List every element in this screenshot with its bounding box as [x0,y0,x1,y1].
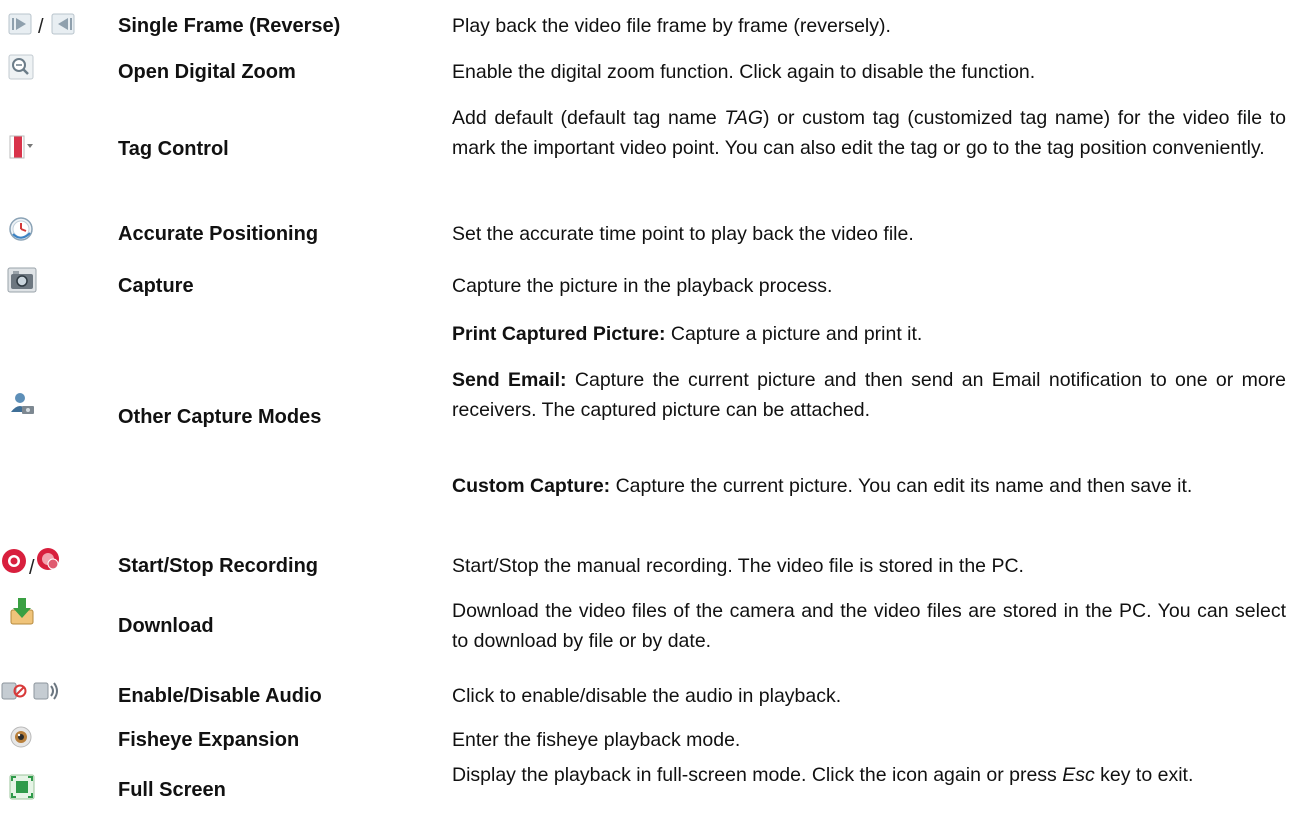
digital-zoom-icon[interactable] [0,52,96,90]
item-text: Capture the current picture. You can edi… [610,475,1193,497]
emphasis-text: TAG [724,107,764,129]
row-description: Play back the video file frame by frame … [452,15,891,37]
row-start-stop-recording: / Start/Stop Recording Start/Stop the ma… [0,546,1293,584]
download-icon[interactable] [0,592,96,662]
row-name: Open Digital Zoom [118,61,296,83]
row-download: Download Download the video files of the… [0,592,1293,662]
start-stop-recording-icon[interactable]: / [0,546,96,584]
row-capture: Capture Capture the picture in the playb… [0,266,1293,304]
row-description: Download the video files of the camera a… [452,600,1286,652]
row-name: Fisheye Expansion [118,729,300,751]
camera-capture-icon[interactable] [0,266,96,304]
item-text: Capture a picture and print it. [665,323,923,345]
row-description: Enter the fisheye playback mode. [452,729,741,751]
capture-mode-item-custom: Custom Capture: Capture the current pict… [452,471,1286,501]
item-label: Send Email: [452,369,567,391]
row-name: Accurate Positioning [118,223,319,245]
row-name: Capture [118,275,194,297]
item-text: Capture the current picture and then sen… [452,369,1286,421]
other-capture-modes-icon[interactable] [0,316,96,534]
row-name: Single Frame (Reverse) [118,15,341,37]
item-label: Print Captured Picture: [452,323,666,345]
row-name: Tag Control [118,138,229,160]
row-name: Enable/Disable Audio [118,685,322,707]
capture-mode-item-email: Send Email: Capture the current picture … [452,365,1286,425]
row-description: Click to enable/disable the audio in pla… [452,685,842,707]
row-tag-control: Tag Control Add default (default tag nam… [0,98,1293,198]
row-description: Capture the picture in the playback proc… [452,275,833,297]
row-accurate-positioning: Accurate Positioning Set the accurate ti… [0,214,1293,252]
tag-icon[interactable] [0,98,96,198]
fisheye-expansion-icon[interactable] [0,720,96,758]
row-name: Start/Stop Recording [118,555,319,577]
row-full-screen: Full Screen Display the playback in full… [0,756,1293,822]
row-single-frame-reverse: / Single Frame (Reverse) Play back the v… [0,6,1293,44]
enable-disable-audio-icon[interactable] [0,676,96,714]
row-name: Other Capture Modes [118,406,322,428]
full-screen-icon[interactable] [0,756,96,822]
row-description: Start/Stop the manual recording. The vid… [452,555,1024,577]
row-enable-disable-audio: Enable/Disable Audio Click to enable/dis… [0,676,1293,714]
capture-mode-item-print: Print Captured Picture: Capture a pictur… [452,319,1286,349]
row-description: Set the accurate time point to play back… [452,223,914,245]
row-name: Download [118,615,214,637]
svg-text:/: / [29,557,35,579]
row-description: Enable the digital zoom function. Click … [452,61,1036,83]
row-other-capture-modes: Other Capture Modes Print Captured Pictu… [0,316,1293,534]
item-label: Custom Capture: [452,475,611,497]
single-frame-forward-reverse-icon[interactable]: / [0,6,96,44]
accurate-positioning-clock-icon[interactable] [0,214,96,252]
row-description: Display the playback in full-screen mode… [452,764,1194,786]
emphasis-text: Esc [1062,764,1095,786]
row-fisheye-expansion: Fisheye Expansion Enter the fisheye play… [0,720,1293,758]
row-name: Full Screen [118,779,226,801]
row-description: Add default (default tag name TAG) or cu… [452,107,1286,159]
svg-text:/: / [38,16,44,38]
row-open-digital-zoom: Open Digital Zoom Enable the digital zoo… [0,52,1293,90]
